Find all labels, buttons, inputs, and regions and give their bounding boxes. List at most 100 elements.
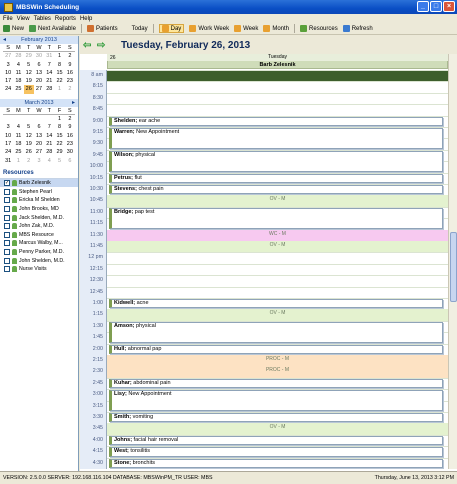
calendar-day[interactable]: 25 [13,148,23,156]
calendar-day[interactable]: 7 [44,123,54,131]
toolbar-day-button[interactable]: Day [158,24,185,33]
resource-checkbox[interactable] [4,231,10,238]
appointment[interactable]: Stone; bronchits [109,458,443,468]
calendar-day[interactable]: 9 [65,123,75,131]
resource-item[interactable]: John Zak, M.D. [0,222,78,231]
calendar-day[interactable]: 18 [13,77,23,85]
resource-checkbox[interactable] [4,266,10,273]
appointment[interactable]: Kidwell; acne [109,299,443,309]
resource-item[interactable]: Nurse Visits [0,265,78,274]
calendar-day[interactable]: 28 [44,85,54,93]
calendar-day[interactable]: 4 [44,157,54,165]
schedule-scrollbar[interactable] [448,54,457,469]
calendar-day[interactable]: 3 [3,123,13,131]
toolbar-resources-button[interactable]: Resources [300,25,338,32]
calendar-day[interactable]: 27 [3,52,13,60]
calendar-day[interactable]: 2 [65,115,75,123]
resource-item[interactable]: Penny Parker, M.D. [0,248,78,257]
prev-month-icon[interactable]: ◂ [3,36,6,44]
calendar-day[interactable]: 31 [44,52,54,60]
calendar-day[interactable]: 19 [24,140,34,148]
calendar-day[interactable]: 12 [24,132,34,140]
calendar-day[interactable]: 22 [54,77,64,85]
calendar-day[interactable]: 10 [3,69,13,77]
resource-checkbox[interactable] [4,257,10,264]
calendar-day[interactable]: 4 [13,123,23,131]
calendar-day[interactable]: 28 [44,148,54,156]
calendar-day[interactable]: 8 [54,123,64,131]
calendar-day[interactable]: 16 [65,69,75,77]
toolbar-work-week-button[interactable]: Work Week [189,25,229,32]
appointment[interactable]: West; tonsilitis [109,447,443,457]
calendar-day[interactable]: 9 [65,61,75,69]
calendar-day[interactable]: 29 [24,52,34,60]
appointment[interactable]: Lisy; New Appointment [109,390,443,411]
menu-file[interactable]: File [3,16,13,22]
toolbar-next-available-button[interactable]: Next Available [29,25,76,32]
menu-help[interactable]: Help [80,16,92,22]
calendar-day-selected[interactable]: 26 [23,85,34,94]
appointment[interactable]: Hull; abnormal pap [109,344,443,354]
calendar-day[interactable]: 6 [34,123,44,131]
resource-item[interactable]: ✓ Barb Zelesnik [0,178,78,188]
menu-reports[interactable]: Reports [55,16,76,22]
calendar-day[interactable]: 7 [44,61,54,69]
calendar-day[interactable]: 23 [65,140,75,148]
maximize-button[interactable]: □ [430,1,442,12]
appointment[interactable]: Bridge; pap test [109,207,443,229]
toolbar-month-button[interactable]: Month [263,25,289,32]
resource-item[interactable]: Stephen Pearl [0,187,78,196]
availability-band[interactable]: OV - M [107,241,448,253]
calendar-day[interactable]: 2 [65,85,75,93]
calendar-day[interactable]: 13 [34,132,44,140]
resource-checkbox[interactable] [4,197,10,204]
appointment[interactable]: Petrus; flut [109,173,443,183]
appointment[interactable]: Kuhar; abdominal pain [109,378,443,389]
appointment[interactable]: Wilson; physical [109,150,443,172]
calendar-day[interactable]: 4 [13,61,23,69]
calendar-day[interactable]: 21 [44,77,54,85]
prev-day-arrow-icon[interactable]: ⇦ [83,40,93,50]
minimize-button[interactable]: _ [417,1,429,12]
resource-checkbox[interactable] [4,223,10,230]
availability-band[interactable]: OV - M [107,309,448,321]
calendar-day[interactable]: 25 [13,85,23,93]
calendar-day[interactable]: 13 [34,69,44,77]
resource-item[interactable]: John Shelden, M.D. [0,256,78,265]
calendar-day[interactable]: 11 [13,132,23,140]
calendar-day[interactable]: 3 [34,157,44,165]
resource-item[interactable]: Marcus Walby, M... [0,239,78,248]
calendar-day[interactable]: 10 [3,132,13,140]
next-month-icon[interactable]: ▸ [72,99,75,107]
toolbar-refresh-button[interactable]: Refresh [342,25,373,32]
resource-checkbox[interactable] [4,188,10,195]
resource-item[interactable]: John Brooks, MD [0,205,78,214]
calendar-day[interactable]: 26 [24,148,34,156]
calendar-day[interactable]: 1 [54,52,64,60]
calendar-day[interactable]: 22 [54,140,64,148]
resource-checkbox[interactable]: ✓ [4,180,10,187]
calendar-day[interactable]: 29 [54,148,64,156]
appointment[interactable]: Warren; New Appointment [109,128,443,149]
resource-checkbox[interactable] [4,240,10,247]
calendar-day[interactable]: 14 [44,132,54,140]
calendar-day[interactable]: 1 [54,85,64,93]
scrollbar-thumb[interactable] [450,232,457,302]
calendar-day[interactable]: 15 [54,69,64,77]
availability-band[interactable]: PROC - M [107,355,448,367]
calendar-day[interactable]: 18 [13,140,23,148]
calendar-day[interactable]: 15 [54,132,64,140]
calendar-day[interactable]: 30 [34,52,44,60]
appointment[interactable]: Amson; physical [109,321,443,343]
menu-tables[interactable]: Tables [34,16,51,22]
calendar-day[interactable]: 24 [3,148,13,156]
availability-band[interactable]: WC - M [107,229,448,241]
calendar-day[interactable]: 27 [34,148,44,156]
resource-item[interactable]: Ericka M Shelden [0,196,78,205]
calendar-day[interactable]: 11 [13,69,23,77]
toolbar-week-button[interactable]: Week [234,25,258,32]
calendar-day[interactable]: 27 [34,85,44,93]
calendar-day[interactable]: 14 [44,69,54,77]
calendar-day[interactable]: 16 [65,132,75,140]
availability-band[interactable]: PROC - M [107,366,448,378]
